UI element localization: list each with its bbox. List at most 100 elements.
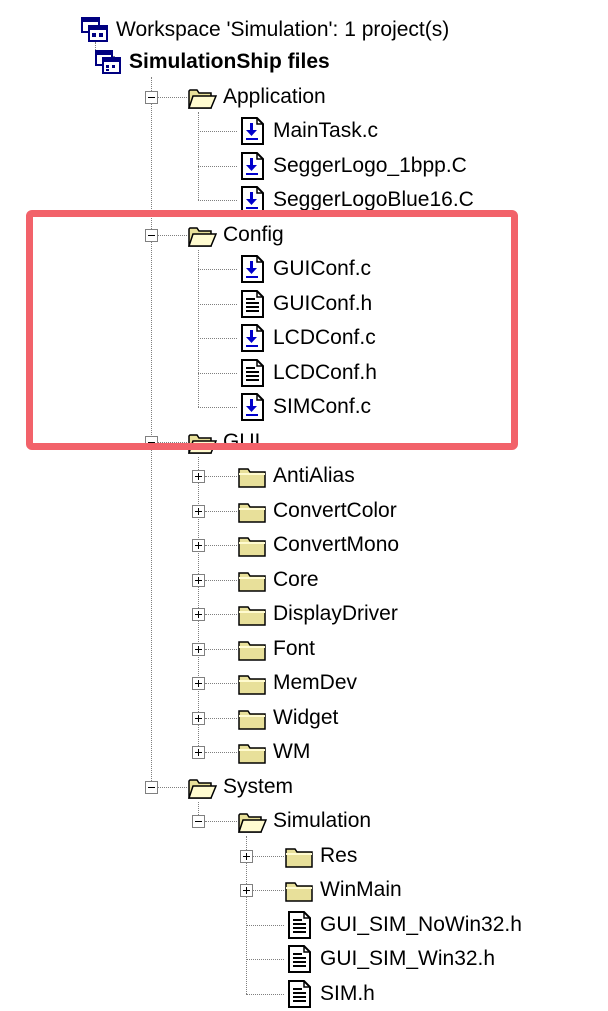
expand-toggle[interactable] [192, 608, 205, 621]
tree-node-label: GUI_SIM_Win32.h [320, 947, 496, 970]
tree-connector-line [246, 994, 284, 995]
tree-node[interactable]: ConvertMono [237, 528, 399, 562]
workspace-root[interactable]: Workspace 'Simulation': 1 project(s) [80, 13, 449, 47]
folder-closed-icon [237, 634, 267, 664]
tree-node[interactable]: System [187, 770, 293, 804]
expand-toggle[interactable] [240, 850, 253, 863]
tree-connector-line [246, 925, 284, 926]
tree-node[interactable]: Res [284, 839, 357, 873]
tree-connector-line [205, 752, 237, 753]
tree-node-label: Widget [273, 706, 339, 729]
folder-closed-icon [237, 668, 267, 698]
tree-connector-line [198, 166, 237, 167]
folder-closed-icon [237, 703, 267, 733]
folder-closed-icon [284, 875, 314, 905]
tree-connector-line [253, 890, 284, 891]
tree-node-label: DisplayDriver [273, 602, 398, 625]
tree-node[interactable]: Widget [237, 701, 338, 735]
header-file-icon [284, 944, 314, 974]
tree-connector-line [198, 200, 237, 201]
tree-node[interactable]: SIM.h [284, 977, 375, 1011]
folder-open-icon [187, 82, 217, 112]
tree-node-label: SeggerLogo_1bpp.C [273, 154, 467, 177]
tree-node[interactable]: MemDev [237, 666, 357, 700]
config-highlight-box [26, 210, 518, 450]
tree-connector-line [205, 614, 237, 615]
tree-connector-line [253, 856, 284, 857]
tree-node[interactable]: Core [237, 563, 319, 597]
collapse-toggle[interactable] [145, 91, 158, 104]
expand-toggle[interactable] [240, 884, 253, 897]
tree-connector-line [205, 545, 237, 546]
folder-closed-icon [284, 841, 314, 871]
c-source-file-icon [237, 116, 267, 146]
tree-node[interactable]: Application [187, 80, 326, 114]
tree-node-label: Application [223, 85, 326, 108]
tree-node-label: Res [320, 844, 358, 867]
tree-node[interactable]: GUI_SIM_NoWin32.h [284, 908, 522, 942]
tree-node[interactable]: WinMain [284, 873, 402, 907]
tree-node-label: Simulation [273, 809, 372, 832]
collapse-toggle[interactable] [145, 781, 158, 794]
tree-node[interactable]: SimulationShip files [93, 45, 330, 79]
tree-node-label: WinMain [320, 878, 402, 901]
folder-closed-icon [237, 565, 267, 595]
tree-node[interactable]: Font [237, 632, 315, 666]
header-file-icon [284, 910, 314, 940]
tree-connector-line [158, 787, 187, 788]
expand-toggle[interactable] [192, 746, 205, 759]
tree-connector-line [246, 959, 284, 960]
tree-node-label: GUI_SIM_NoWin32.h [320, 913, 522, 936]
expand-toggle[interactable] [192, 505, 205, 518]
tree-node[interactable]: AntiAlias [237, 459, 355, 493]
tree-node[interactable]: MainTask.c [237, 114, 378, 148]
tree-connector-line [205, 821, 237, 822]
collapse-toggle[interactable] [192, 815, 205, 828]
tree-node-label: Core [273, 568, 319, 591]
folder-closed-icon [237, 461, 267, 491]
folder-open-icon [237, 806, 267, 836]
tree-node-label: SimulationShip files [129, 50, 330, 73]
tree-connector-line [205, 718, 237, 719]
expand-toggle[interactable] [192, 574, 205, 587]
expand-toggle[interactable] [192, 677, 205, 690]
expand-toggle[interactable] [192, 712, 205, 725]
tree-connector-line [158, 97, 187, 98]
folder-closed-icon [237, 496, 267, 526]
tree-node[interactable]: GUI_SIM_Win32.h [284, 942, 495, 976]
tree-connector-line [205, 683, 237, 684]
expand-toggle[interactable] [192, 539, 205, 552]
tree-node-label: AntiAlias [273, 464, 355, 487]
workspace-icon [80, 15, 110, 45]
tree-node-label: MemDev [273, 671, 358, 694]
tree-connector-line [205, 511, 237, 512]
tree-node[interactable]: DisplayDriver [237, 597, 398, 631]
tree-connector-line [205, 649, 237, 650]
project-icon [93, 47, 123, 77]
tree-connector-line [198, 112, 199, 200]
tree-node[interactable]: Simulation [237, 804, 371, 838]
tree-node[interactable]: SeggerLogo_1bpp.C [237, 149, 467, 183]
tree-node-label: ConvertColor [273, 499, 397, 522]
tree-node-label: SIM.h [320, 982, 375, 1005]
workspace-file-tree: Workspace 'Simulation': 1 project(s) Sim… [0, 0, 608, 1009]
header-file-icon [284, 979, 314, 1009]
workspace-title: Workspace 'Simulation': 1 project(s) [116, 18, 450, 41]
tree-node-label: System [223, 775, 294, 798]
folder-closed-icon [237, 599, 267, 629]
tree-connector-line [205, 476, 237, 477]
expand-toggle[interactable] [192, 643, 205, 656]
tree-connector-line [205, 580, 237, 581]
tree-connector-line [198, 131, 237, 132]
tree-node-label: Font [273, 637, 316, 660]
tree-node[interactable]: WM [237, 735, 310, 769]
folder-open-icon [187, 772, 217, 802]
folder-closed-icon [237, 737, 267, 767]
folder-closed-icon [237, 530, 267, 560]
tree-node-label: WM [273, 740, 311, 763]
tree-node[interactable]: ConvertColor [237, 494, 397, 528]
expand-toggle[interactable] [192, 470, 205, 483]
tree-connector-line [198, 457, 199, 752]
tree-node-label: ConvertMono [273, 533, 400, 556]
tree-node-label: MainTask.c [273, 119, 379, 142]
